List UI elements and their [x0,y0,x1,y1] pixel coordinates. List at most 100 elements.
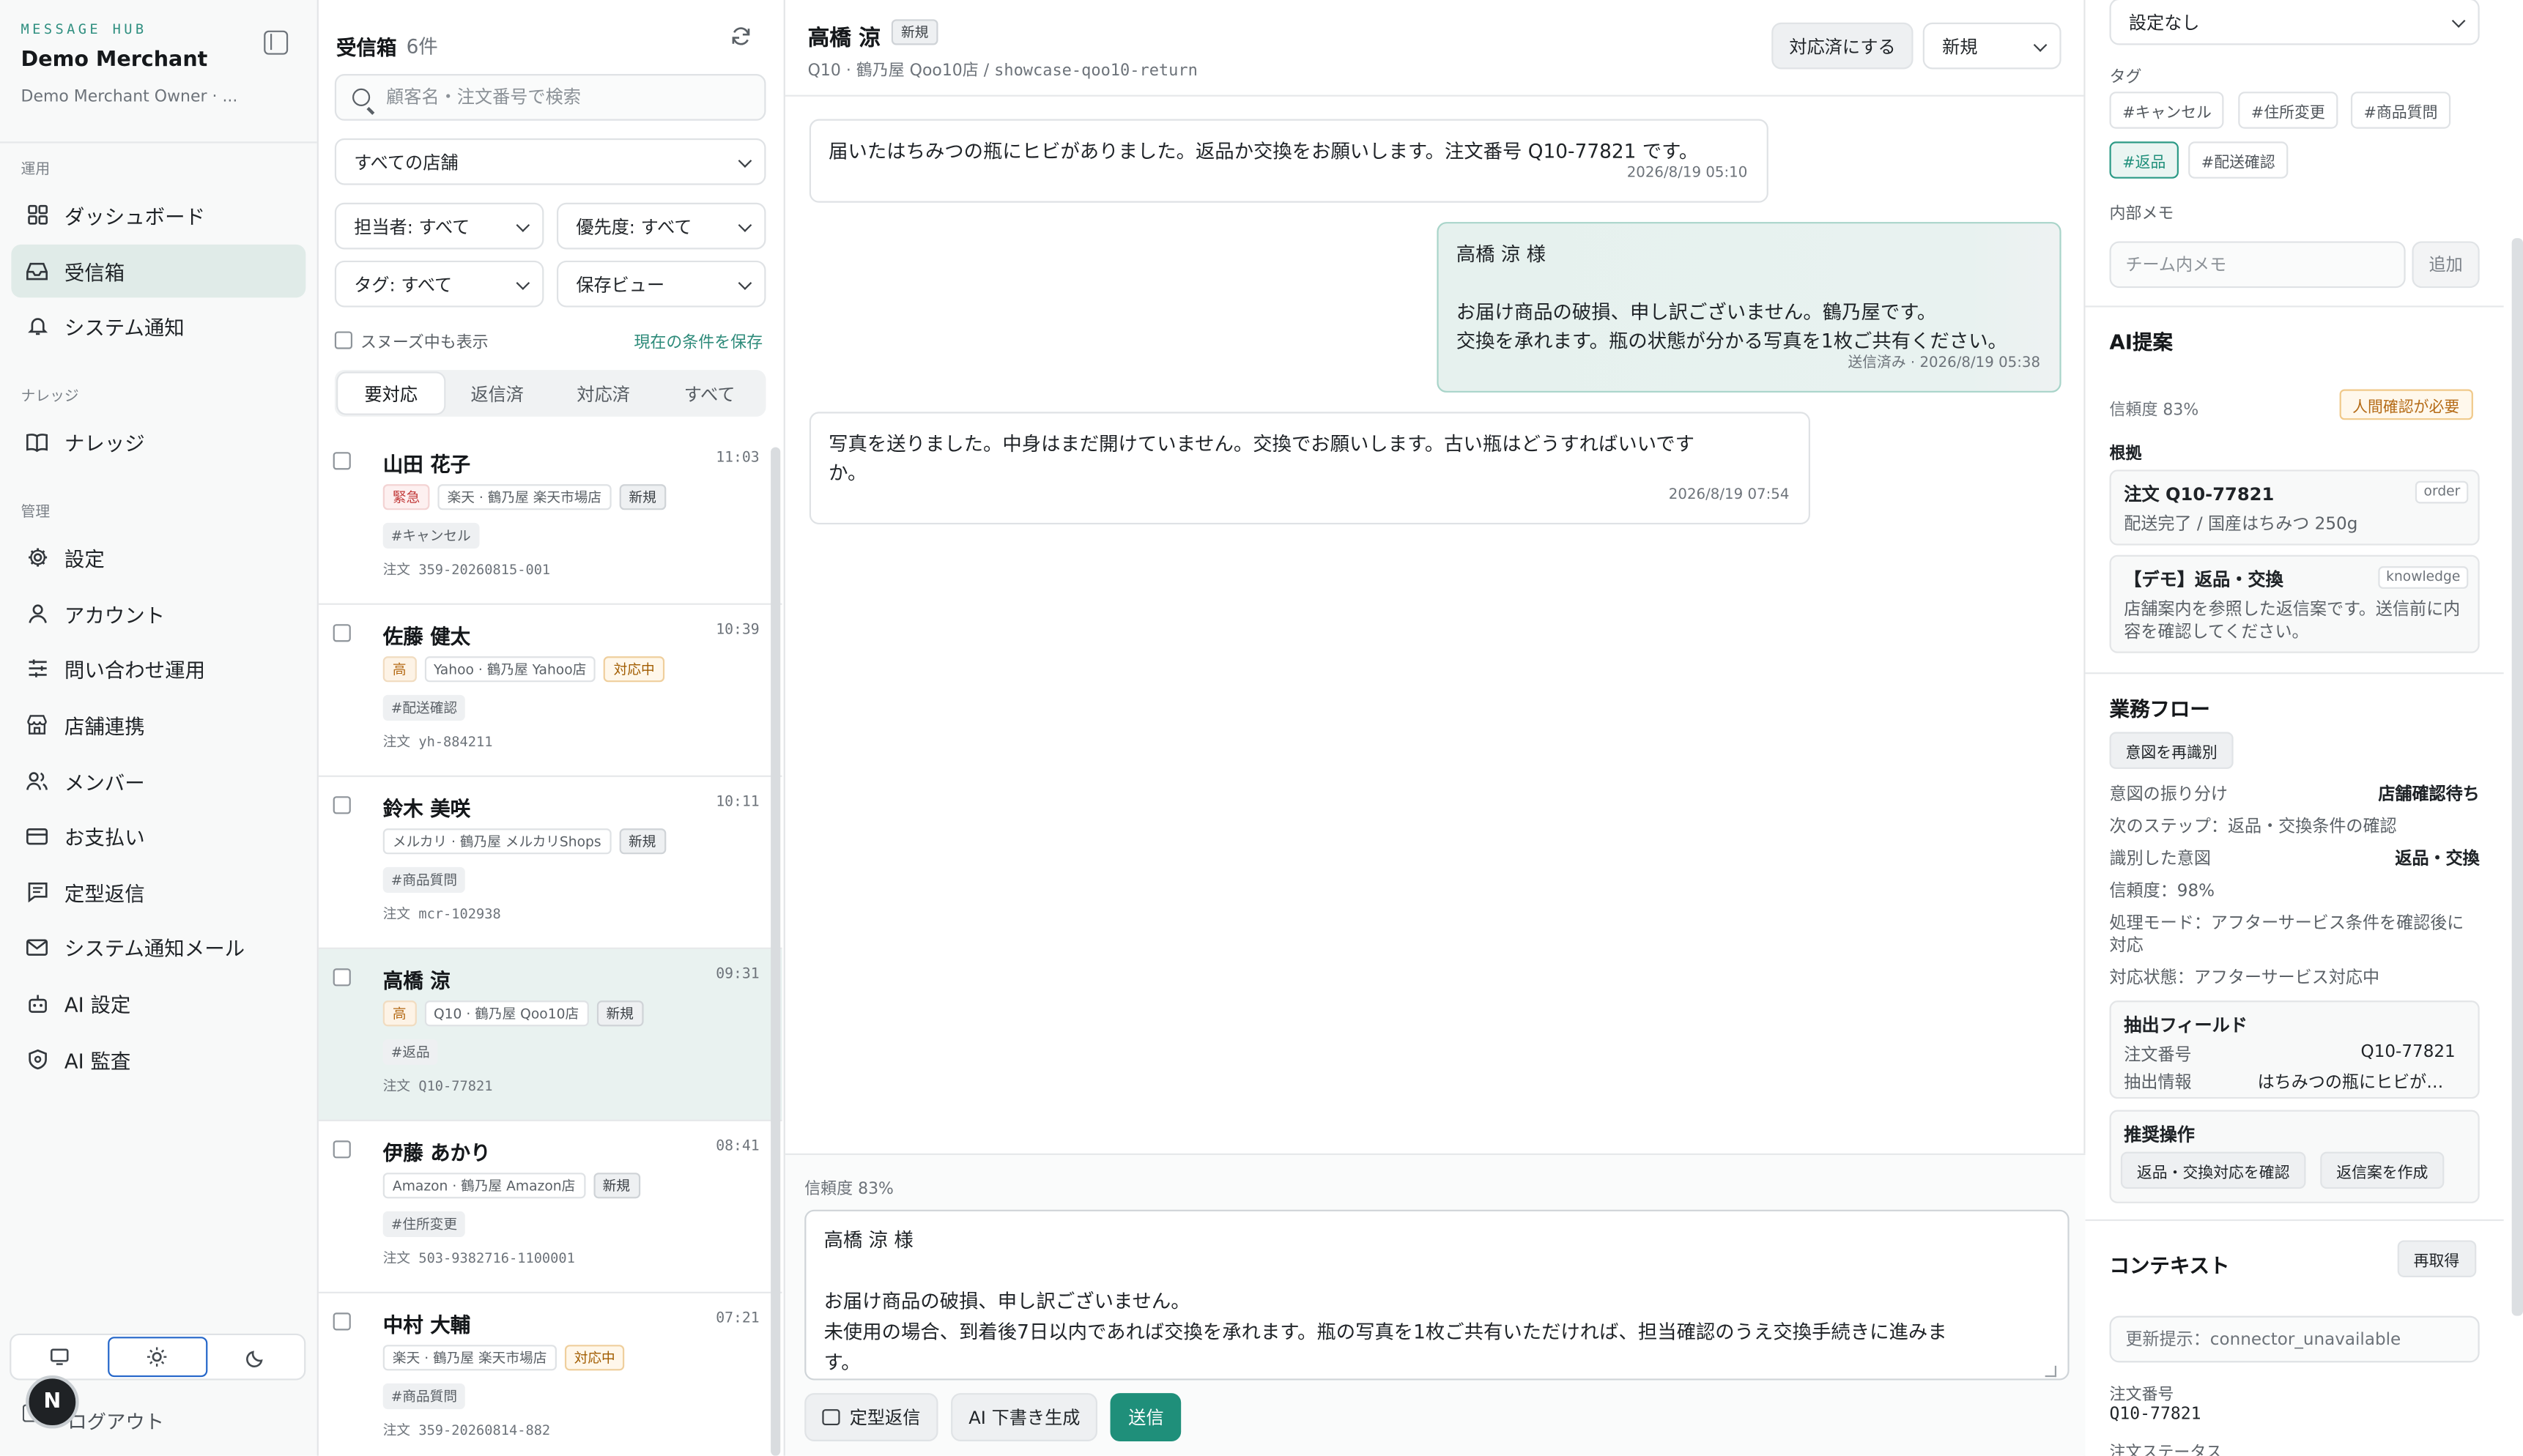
sidebar-item-audit[interactable]: AI 監査 [11,1032,305,1085]
tag-toggle[interactable]: #住所変更 [2238,92,2338,129]
tag-chip: #キャンセル [382,522,479,549]
extracted-row: 抽出情報 はちみつの瓶にヒビがあ... [2124,1070,2465,1092]
memo-add-button[interactable]: 追加 [2412,241,2480,289]
row-checkbox[interactable] [333,624,351,642]
logout-link[interactable]: ログアウト [67,1408,164,1435]
sidebar-item-message[interactable]: 定型返信 [11,865,305,918]
row-checkbox[interactable] [333,1140,351,1159]
chevron-down-icon [738,218,752,232]
sidebar-item-users[interactable]: メンバー [11,754,305,806]
sidebar-item-card[interactable]: お支払い [11,809,305,862]
robot-icon [26,992,48,1014]
sidebar-item-bell[interactable]: システム通知 [11,300,305,352]
conversation-row[interactable]: 山田 花子 11:03 緊急 楽天 · 鶴乃屋 楽天市場店 新規 #キャンセル 注文 359… [318,433,782,605]
conversation-row[interactable]: 高橋 涼 09:31 高 Q10 · 鶴乃屋 Qoo10店 新規 #返品 注文 Q10-77… [318,948,782,1121]
message-icon [26,880,48,903]
assignee-filter-select[interactable]: 担当者: すべて [334,202,544,250]
outgoing-message: 高橋 涼 様 お届け商品の破損、申し訳ございません。鶴乃屋です。 交換を承れます… [1437,222,2061,393]
refetch-button[interactable]: 再取得 [2397,1240,2476,1277]
sidebar-item-label: 受信箱 [64,259,125,284]
mark-done-button[interactable]: 対応済にする [1771,22,1913,70]
evidence-card[interactable]: 【デモ】返品・交換 店舗案内を参照した返信案です。送信前に内容を確認してください… [2109,554,2480,653]
received-time: 08:41 [716,1139,760,1156]
status-select[interactable]: 新規 [1922,22,2061,70]
store-filter-select[interactable]: すべての店舗 [334,138,766,185]
tab-status[interactable]: 対応済 [550,374,656,414]
tag-toggle[interactable]: #キャンセル [2109,92,2225,129]
sidebar-item-grid[interactable]: ダッシュボード [11,188,305,241]
avatar[interactable]: N [26,1375,79,1429]
reclassify-intent-button[interactable]: 意図を再識別 [2109,732,2234,769]
row-checkbox[interactable] [333,968,351,987]
status-badge: 新規 [619,484,666,510]
evidence-label: 根拠 [2109,445,2142,464]
store-badge: Yahoo · 鶴乃屋 Yahoo店 [423,656,596,683]
template-reply-button[interactable]: 定型返信 [804,1393,938,1442]
sidebar-item-label: 定型返信 [64,881,145,906]
priority-filter-select[interactable]: 優先度: すべて [556,202,766,250]
resize-grip-icon[interactable] [2045,1365,2057,1378]
reply-textarea[interactable]: 高橋 涼 様 お届け商品の破損、申し訳ございません。 未使用の場合、到着後7日以… [804,1209,2070,1381]
send-button[interactable]: 送信 [1111,1393,1182,1442]
tag-toggle[interactable]: #返品 [2109,141,2179,179]
sidebar-item-user[interactable]: アカウント [11,587,305,639]
incoming-message: 写真を送りました。中身はまだ開けていません。交換でお願いします。古い瓶はどうすれ… [809,412,1810,525]
tag-filter-select[interactable]: タグ: すべて [334,260,544,308]
sidebar-item-store[interactable]: 店舗連携 [11,698,305,751]
sidebar-item-sliders[interactable]: 問い合わせ運用 [11,642,305,695]
evidence-card[interactable]: 注文 Q10-77821 配送完了 / 国産はちみつ 250g order [2109,469,2480,546]
sidebar-item-mail[interactable]: システム通知メール [11,921,305,973]
confirm-return-button[interactable]: 返品・交換対応を確認 [2120,1151,2306,1189]
conversation-row[interactable]: 佐藤 健太 10:39 高 Yahoo · 鶴乃屋 Yahoo店 対応中 #配送確認 注文 … [318,605,782,777]
chevron-down-icon [2451,14,2466,28]
customer-name: 佐藤 健太 [382,624,471,649]
order-number: 注文 503-9382716-1100001 [382,1251,575,1268]
create-draft-button[interactable]: 返信案を作成 [2320,1151,2445,1189]
received-time: 09:31 [716,967,760,984]
conversation-row[interactable]: 中村 大輔 07:21 楽天 · 鶴乃屋 楽天市場店 対応中 #商品質問 注文 359-2… [319,1293,782,1456]
customer-name: 伊藤 あかり [382,1140,491,1165]
ai-draft-button[interactable]: AI 下書き生成 [951,1393,1098,1442]
show-snoozed-checkbox[interactable] [334,331,353,349]
sidebar-item-label: アカウント [64,603,166,628]
tab-status[interactable]: 返信済 [444,374,550,414]
collapse-sidebar-icon[interactable] [264,30,289,55]
received-time: 10:11 [716,795,760,811]
priority-badge: 高 [382,656,416,683]
message-text: 高橋 涼 様 お届け商品の破損、申し訳ございません。鶴乃屋です。 交換を承れます… [1456,242,2007,353]
conversation-row[interactable]: 鈴木 美咲 10:11 メルカリ · 鶴乃屋 メルカリShops 新規 #商品質問 注文 … [318,777,782,949]
search-input[interactable] [386,86,741,108]
brand-area: MESSAGE HUB Demo Merchant Demo Merchant … [0,0,317,144]
sidebar-item-label: 問い合わせ運用 [64,658,206,683]
sidebar-item-book[interactable]: ナレッジ [11,415,305,468]
save-condition-link[interactable]: 現在の条件を保存 [634,328,763,352]
conversation-header: 高橋 涼 新規 Q10 · 鶴乃屋 Qoo10店 / showcase-qoo1… [785,0,2084,97]
inbox-title: 受信箱 [336,35,397,60]
row-checkbox[interactable] [333,452,351,470]
tab-status[interactable]: すべて [656,374,763,414]
message-timestamp: 2026/8/19 07:54 [1668,487,1790,504]
routing-value: 店舗確認待ち [2378,784,2480,805]
tab-status[interactable]: 要対応 [338,373,445,414]
received-time: 07:21 [716,1311,760,1328]
row-checkbox[interactable] [333,1312,351,1331]
sidebar-item-inbox[interactable]: 受信箱 [11,243,306,297]
sidebar-item-label: AI 監査 [64,1048,131,1072]
reply-composer: 信頼度 83% 高橋 涼 様 お届け商品の破損、申し訳ございません。 未使用の場… [785,1153,2086,1456]
tag-toggle[interactable]: #商品質問 [2350,92,2451,129]
tag-toggle[interactable]: #配送確認 [2188,141,2289,179]
conversation-row[interactable]: 伊藤 あかり 08:41 Amazon · 鶴乃屋 Amazon店 新規 #住所変更 注文… [318,1121,782,1293]
refresh-icon[interactable] [730,26,752,53]
setting-select[interactable]: 設定なし [2109,0,2480,45]
show-snoozed-toggle[interactable]: スヌーズ中も表示 [334,328,489,352]
memo-input[interactable] [2125,255,2399,275]
detail-scrollbar[interactable] [2511,238,2523,1316]
sidebar-item-robot[interactable]: AI 設定 [11,976,305,1029]
saved-view-select[interactable]: 保存ビュー [556,260,766,308]
row-checkbox[interactable] [333,796,351,814]
list-scrollbar[interactable] [771,447,781,1456]
chevron-down-icon [516,218,530,232]
extracted-fields-box: 抽出フィールド 注文番号 Q10-77821 抽出情報 はちみつの瓶にヒビがあ... [2109,1000,2480,1099]
owner-name: Demo Merchant Owner · ... [21,88,238,106]
sidebar-item-gear[interactable]: 設定 [11,531,305,584]
